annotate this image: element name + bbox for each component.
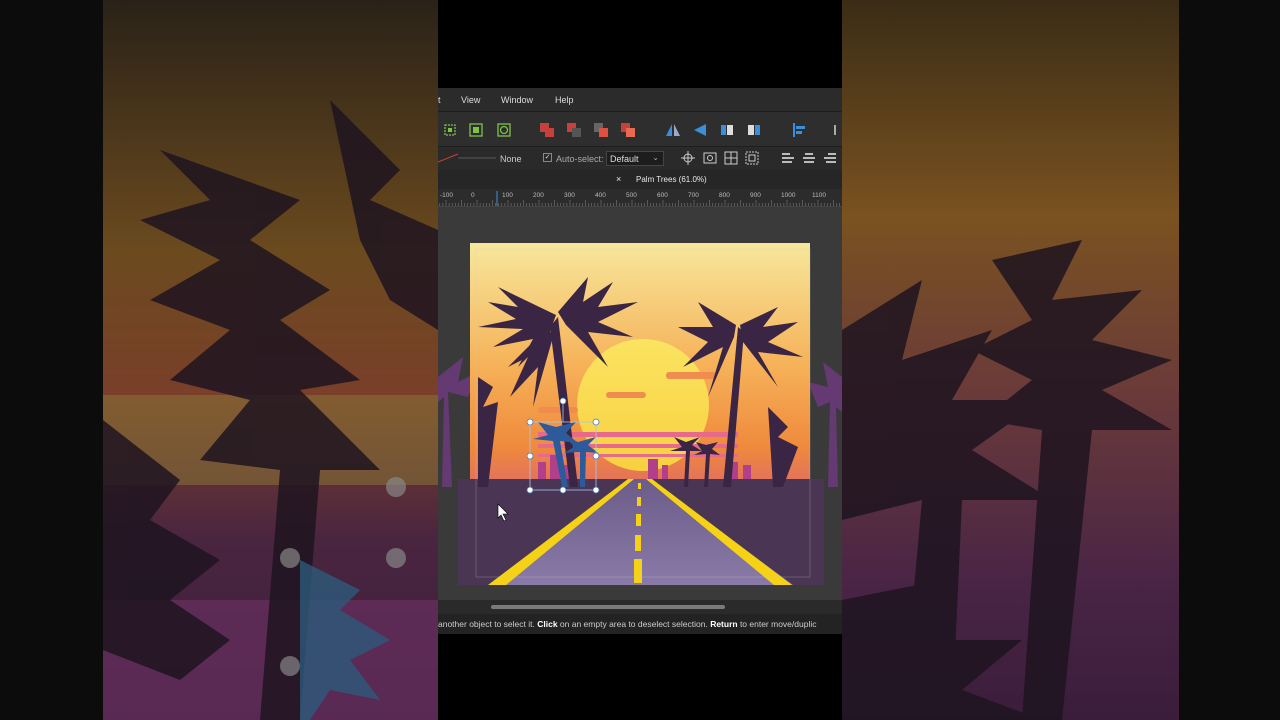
canvas-area[interactable] — [438, 207, 842, 600]
ruler-ticks: -100 0 100 200 300 400 500 600 700 800 900 1000 1100 — [439, 191, 840, 206]
ruler-tick-label: 200 — [533, 192, 544, 199]
ruler-tick-label: 1100 — [812, 192, 826, 199]
align-right-icon[interactable] — [823, 152, 837, 164]
transform-origin-icon[interactable] — [681, 151, 695, 165]
ruler-tick-label: 600 — [657, 192, 668, 199]
ruler-tick-label: 700 — [688, 192, 699, 199]
status-bar: another object to select it. Click on an… — [438, 614, 842, 634]
align-left-icon[interactable] — [790, 121, 808, 139]
boolean-subtract-icon[interactable] — [565, 121, 583, 139]
show-bounds-icon[interactable] — [724, 151, 738, 165]
chevron-down-icon: ⌄ — [652, 153, 659, 162]
menu-view[interactable]: View — [461, 95, 480, 105]
boolean-add-icon[interactable] — [538, 121, 556, 139]
select-group-icon[interactable] — [467, 121, 485, 139]
grid-icon[interactable] — [745, 151, 759, 165]
select-inside-icon[interactable] — [441, 121, 459, 139]
ruler-tick-label: 300 — [564, 192, 575, 199]
auto-select-checkbox[interactable]: ✓ — [543, 153, 552, 162]
ruler-tick-label: 800 — [719, 192, 730, 199]
boolean-divide-icon[interactable] — [619, 121, 637, 139]
app-window: t View Window Help None ✓ Auto-select: D… — [438, 0, 842, 720]
horizontal-ruler: -100 0 100 200 300 400 500 600 700 800 900 1000 1100 — [438, 189, 842, 207]
background-blur-left — [0, 0, 438, 720]
align-left-icon[interactable] — [781, 152, 795, 164]
rotate-right-icon[interactable] — [745, 121, 763, 139]
more-toolbar-icon[interactable] — [832, 121, 842, 139]
select-clip-icon[interactable] — [495, 121, 513, 139]
document-tab-title[interactable]: Palm Trees (61.0%) — [636, 175, 707, 184]
ruler-tick-label: 900 — [750, 192, 761, 199]
menu-bar: t View Window Help — [438, 88, 842, 111]
flip-horizontal-icon[interactable] — [664, 121, 682, 139]
status-hint: another object to select it. Click on an… — [438, 619, 817, 629]
ruler-tick-label: 0 — [471, 192, 475, 199]
align-center-icon[interactable] — [802, 152, 816, 164]
rotate-left-icon[interactable] — [718, 121, 736, 139]
background-blur-right — [842, 0, 1280, 720]
context-toolbar: None ✓ Auto-select: Default ⌄ — [438, 146, 842, 170]
offcanvas-palms-right — [808, 362, 842, 487]
menu-help[interactable]: Help — [555, 95, 574, 105]
ruler-tick-label: 1000 — [781, 192, 796, 199]
stroke-preview-icon[interactable] — [438, 152, 496, 166]
menu-window[interactable]: Window — [501, 95, 533, 105]
flip-vertical-icon[interactable] — [691, 121, 709, 139]
boolean-intersect-icon[interactable] — [592, 121, 610, 139]
document-tab-bar: × Palm Trees (61.0%) — [438, 170, 842, 189]
stroke-value[interactable]: None — [500, 154, 522, 164]
auto-select-label: Auto-select: — [556, 154, 604, 164]
auto-select-value: Default — [610, 154, 639, 164]
ruler-tick-label: 500 — [626, 192, 637, 199]
ruler-tick-label: 100 — [502, 192, 513, 199]
main-toolbar — [438, 111, 842, 146]
close-tab-icon[interactable]: × — [616, 174, 621, 184]
scrollbar-thumb[interactable] — [491, 605, 725, 609]
horizontal-scrollbar[interactable] — [438, 600, 842, 614]
menu-insert[interactable]: t — [438, 95, 441, 105]
artwork — [438, 243, 842, 585]
ruler-tick-label: -100 — [440, 192, 453, 199]
snapping-icon[interactable] — [703, 151, 717, 165]
ruler-tick-label: 400 — [595, 192, 606, 199]
auto-select-dropdown[interactable]: Default ⌄ — [606, 151, 664, 166]
